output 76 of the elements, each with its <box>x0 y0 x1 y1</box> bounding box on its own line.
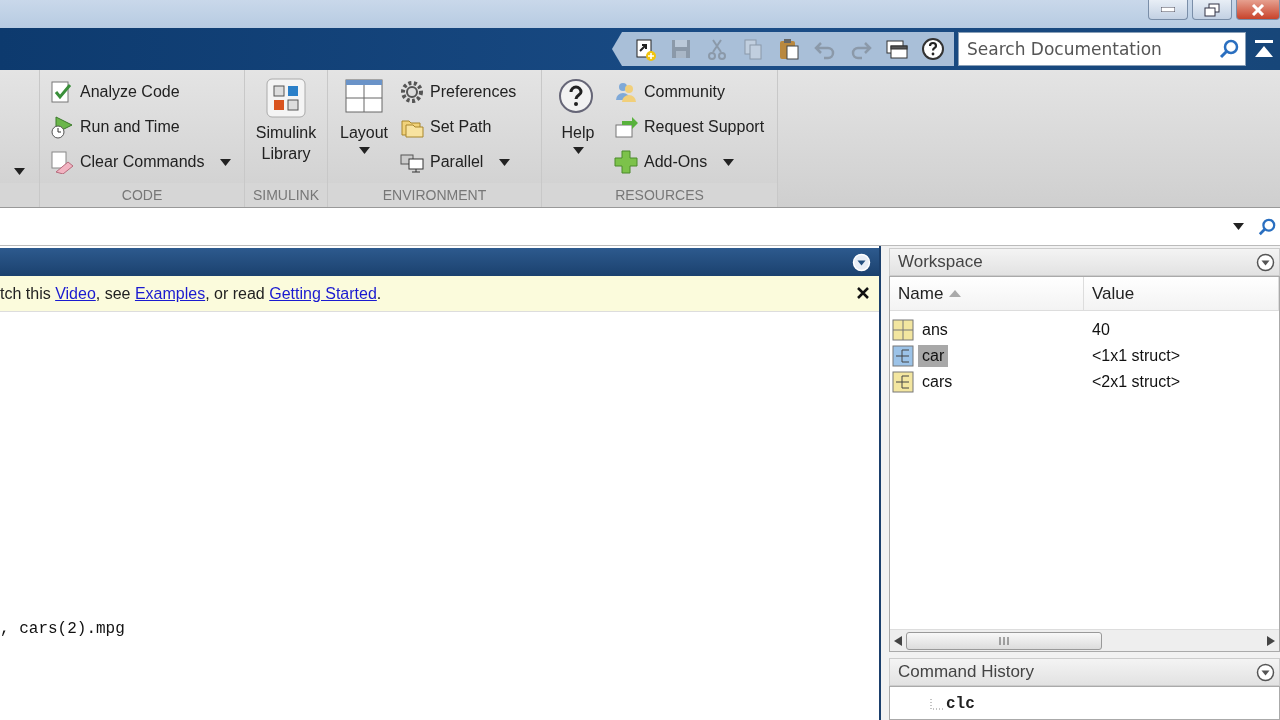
new-file-icon <box>633 37 657 61</box>
right-arrow-icon[interactable] <box>1267 635 1275 646</box>
ribbon-button[interactable]: Clear Commands <box>48 146 234 178</box>
ribbon-button[interactable]: Run and Time <box>48 111 234 143</box>
caret-icon <box>14 168 25 175</box>
section-label: CODE <box>40 183 244 207</box>
panel-title: Command History <box>898 662 1035 682</box>
menu-circle-icon[interactable] <box>1256 252 1275 272</box>
search-field[interactable]: Search Documentation <box>958 32 1246 66</box>
notice-link[interactable]: Getting Started <box>269 284 377 302</box>
ribbon-button[interactable]: Preferences <box>398 76 519 108</box>
caret-icon <box>572 147 584 154</box>
windows-icon <box>885 37 909 61</box>
scissors-icon <box>705 37 729 61</box>
section-label: ENVIRONMENT <box>328 183 541 207</box>
caret-icon <box>220 158 232 166</box>
help-icon <box>921 37 945 61</box>
history-entry[interactable]: clc <box>946 695 975 713</box>
caret-icon <box>499 158 511 166</box>
ribbon-button[interactable]: Analyze Code <box>48 76 234 108</box>
ribbon-button[interactable]: Request Support <box>612 111 767 143</box>
column-header[interactable]: Name <box>890 277 1084 310</box>
scrollbar-thumb[interactable] <box>906 631 1102 650</box>
restore-button[interactable] <box>1192 0 1232 20</box>
people-icon <box>614 80 638 104</box>
search-icon[interactable] <box>1258 217 1276 236</box>
variable-value: <2x1 struct> <box>1091 373 1182 391</box>
notice-link[interactable]: Video <box>55 284 96 302</box>
section-label: SIMULINK <box>245 183 327 207</box>
matrix-icon <box>892 319 914 341</box>
gear-icon <box>400 80 425 104</box>
horizontal-scrollbar[interactable] <box>890 629 1279 651</box>
collapse-ribbon-icon[interactable] <box>1254 40 1274 58</box>
variable-name[interactable]: ans <box>918 319 952 341</box>
column-header[interactable]: Value <box>1084 277 1279 310</box>
close-icon <box>855 284 871 301</box>
save-icon <box>669 37 693 61</box>
panel-title: Workspace <box>898 252 983 272</box>
eraser-icon <box>50 150 74 174</box>
variable-name[interactable]: cars <box>918 371 957 393</box>
ribbon-button[interactable]: Add-Ons <box>612 146 767 178</box>
command-line: , cars(2).mpg <box>0 620 126 640</box>
ribbon-button[interactable]: Layout <box>336 76 393 183</box>
struct-icon <box>892 371 914 393</box>
menu-circle-icon[interactable] <box>1256 662 1275 682</box>
section-label-strip <box>0 183 39 207</box>
caret-icon <box>723 158 735 166</box>
copy-icon <box>741 37 765 61</box>
paste-icon <box>777 37 801 61</box>
stopwatch-icon <box>50 115 74 139</box>
tree-line-icon <box>930 698 944 710</box>
minimize-icon <box>1161 7 1175 12</box>
caret-icon <box>358 147 370 154</box>
notice-text: tch this Video, see Examples, or read Getting Started. <box>0 284 382 303</box>
ribbon-button[interactable]: Simulink Library <box>253 76 319 183</box>
caret-icon <box>1233 223 1244 230</box>
minimize-button[interactable] <box>1148 0 1188 20</box>
notice-link[interactable]: Examples <box>134 284 206 302</box>
restore-icon <box>1204 2 1220 17</box>
struct-icon <box>892 345 914 367</box>
plus-icon <box>614 150 638 174</box>
grip-icon <box>999 636 1009 645</box>
variable-name[interactable]: car <box>918 345 949 367</box>
ribbon-button[interactable]: Help <box>550 76 606 183</box>
ribbon-button[interactable]: Set Path <box>398 111 519 143</box>
search-icon[interactable] <box>1219 39 1239 59</box>
ribbon-button[interactable]: Community <box>612 76 767 108</box>
variable-value: 40 <box>1091 321 1111 339</box>
section-label: RESOURCES <box>542 183 777 207</box>
envelope-arrow-icon <box>614 115 638 139</box>
checked-document-icon <box>50 80 74 104</box>
variable-value: <1x1 struct> <box>1091 347 1182 365</box>
ribbon-button[interactable]: Parallel <box>398 146 519 178</box>
close-icon <box>1251 3 1265 16</box>
left-arrow-icon[interactable] <box>894 635 902 646</box>
block-library-icon <box>266 78 306 118</box>
